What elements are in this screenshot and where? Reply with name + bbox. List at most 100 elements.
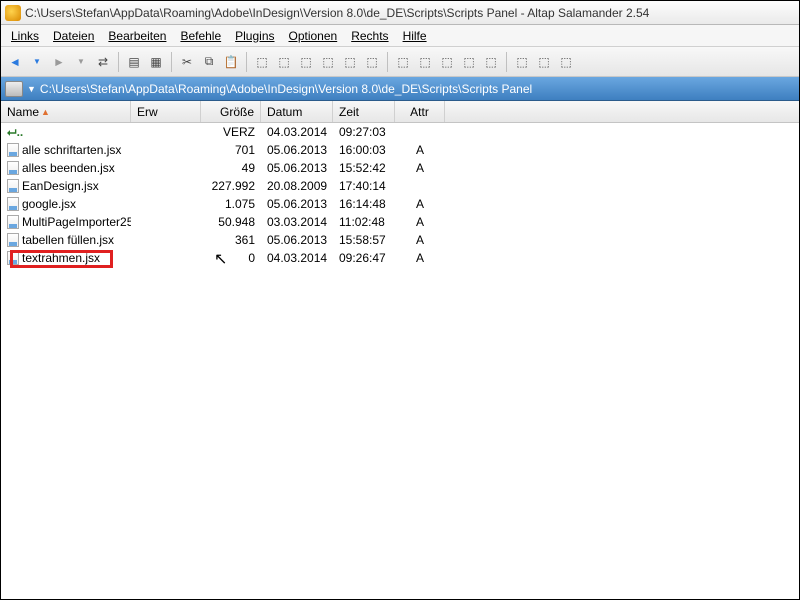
paste-icon[interactable]: 📋 <box>221 52 241 72</box>
col-size[interactable]: Größe <box>201 101 261 122</box>
path-bar[interactable]: ▼ C:\Users\Stefan\AppData\Roaming\Adobe\… <box>1 77 799 101</box>
file-name: textrahmen.jsx <box>22 251 100 265</box>
separator <box>506 52 507 72</box>
col-date[interactable]: Datum <box>261 101 333 122</box>
file-row[interactable]: alles beenden.jsx4905.06.201315:52:42A <box>1 159 799 177</box>
file-attr: A <box>395 197 445 211</box>
menu-links[interactable]: Links <box>11 29 39 43</box>
file-list[interactable]: ⮠..VERZ04.03.201409:27:03alle schriftart… <box>1 123 799 599</box>
file-size: 50.948 <box>201 215 261 229</box>
tool-g-icon[interactable]: ⬚ <box>393 52 413 72</box>
current-path[interactable]: C:\Users\Stefan\AppData\Roaming\Adobe\In… <box>40 82 532 96</box>
file-date: 03.03.2014 <box>261 215 333 229</box>
file-date: 05.06.2013 <box>261 143 333 157</box>
tool-l-icon[interactable]: ⬚ <box>512 52 532 72</box>
file-row[interactable]: google.jsx1.07505.06.201316:14:48A <box>1 195 799 213</box>
file-row[interactable]: textrahmen.jsx004.03.201409:26:47A <box>1 249 799 267</box>
col-time[interactable]: Zeit <box>333 101 395 122</box>
file-time: 09:27:03 <box>333 125 395 139</box>
file-row[interactable]: tabellen füllen.jsx36105.06.201315:58:57… <box>1 231 799 249</box>
file-date: 04.03.2014 <box>261 251 333 265</box>
tool-n-icon[interactable]: ⬚ <box>556 52 576 72</box>
col-name[interactable]: Name▲ <box>1 101 131 122</box>
file-attr: A <box>395 161 445 175</box>
file-name: tabellen füllen.jsx <box>22 233 114 247</box>
toolbar: ◄ ▼ ► ▼ ⇄ ▤ ▦ ✂ ⧉ 📋 ⬚ ⬚ ⬚ ⬚ ⬚ ⬚ ⬚ ⬚ ⬚ ⬚ … <box>1 47 799 77</box>
drive-icon[interactable] <box>5 81 23 97</box>
file-date: 05.06.2013 <box>261 161 333 175</box>
tool-e-icon[interactable]: ⬚ <box>340 52 360 72</box>
file-attr: A <box>395 143 445 157</box>
file-row[interactable]: ⮠.. VERZ04.03.201409:27:03 <box>1 123 799 141</box>
separator <box>387 52 388 72</box>
app-icon <box>5 5 21 21</box>
column-headers: Name▲ Erw Größe Datum Zeit Attr <box>1 101 799 123</box>
file-row[interactable]: MultiPageImporter25JJB.jsx 50.94803.03.20… <box>1 213 799 231</box>
file-size: 1.075 <box>201 197 261 211</box>
col-ext[interactable]: Erw <box>131 101 201 122</box>
file-icon <box>7 233 19 247</box>
menu-befehle[interactable]: Befehle <box>180 29 221 43</box>
file-time: 15:58:57 <box>333 233 395 247</box>
file-icon <box>7 179 19 193</box>
titlebar: C:\Users\Stefan\AppData\Roaming\Adobe\In… <box>1 1 799 25</box>
swap-panels-icon[interactable]: ⇄ <box>93 52 113 72</box>
separator <box>171 52 172 72</box>
tool-a-icon[interactable]: ⬚ <box>252 52 272 72</box>
file-attr: A <box>395 215 445 229</box>
tool-m-icon[interactable]: ⬚ <box>534 52 554 72</box>
file-icon <box>7 251 19 265</box>
tool-c-icon[interactable]: ⬚ <box>296 52 316 72</box>
sort-asc-icon: ▲ <box>41 107 50 117</box>
nav-back-drop-icon[interactable]: ▼ <box>27 52 47 72</box>
file-date: 20.08.2009 <box>261 179 333 193</box>
file-size: 0 <box>201 251 261 265</box>
copy-icon[interactable]: ⧉ <box>199 52 219 72</box>
tool-b-icon[interactable]: ⬚ <box>274 52 294 72</box>
tool-h-icon[interactable]: ⬚ <box>415 52 435 72</box>
file-name: google.jsx <box>22 197 76 211</box>
tool-d-icon[interactable]: ⬚ <box>318 52 338 72</box>
view-list-icon[interactable]: ▤ <box>124 52 144 72</box>
separator <box>246 52 247 72</box>
tool-j-icon[interactable]: ⬚ <box>459 52 479 72</box>
file-time: 17:40:14 <box>333 179 395 193</box>
file-time: 09:26:47 <box>333 251 395 265</box>
file-time: 16:00:03 <box>333 143 395 157</box>
file-name: alle schriftarten.jsx <box>22 143 121 157</box>
nav-fwd-drop-icon[interactable]: ▼ <box>71 52 91 72</box>
cut-icon[interactable]: ✂ <box>177 52 197 72</box>
file-row[interactable]: EanDesign.jsx227.99220.08.200917:40:14 <box>1 177 799 195</box>
file-time: 16:14:48 <box>333 197 395 211</box>
menu-optionen[interactable]: Optionen <box>289 29 338 43</box>
view-details-icon[interactable]: ▦ <box>146 52 166 72</box>
menu-rechts[interactable]: Rechts <box>351 29 388 43</box>
nav-fwd-icon[interactable]: ► <box>49 52 69 72</box>
menu-bearbeiten[interactable]: Bearbeiten <box>108 29 166 43</box>
file-icon <box>7 197 19 211</box>
file-time: 15:52:42 <box>333 161 395 175</box>
updir-icon: ⮠.. <box>7 125 23 140</box>
menu-dateien[interactable]: Dateien <box>53 29 94 43</box>
separator <box>118 52 119 72</box>
tool-i-icon[interactable]: ⬚ <box>437 52 457 72</box>
file-icon <box>7 161 19 175</box>
file-size: 701 <box>201 143 261 157</box>
drive-drop-icon[interactable]: ▼ <box>27 84 36 94</box>
file-size: 49 <box>201 161 261 175</box>
nav-back-icon[interactable]: ◄ <box>5 52 25 72</box>
menu-hilfe[interactable]: Hilfe <box>403 29 427 43</box>
file-row[interactable]: alle schriftarten.jsx 70105.06.201316:00:… <box>1 141 799 159</box>
file-size: VERZ <box>201 125 261 139</box>
file-icon <box>7 215 19 229</box>
window-title: C:\Users\Stefan\AppData\Roaming\Adobe\In… <box>25 6 649 20</box>
menu-plugins[interactable]: Plugins <box>235 29 274 43</box>
file-name: MultiPageImporter25JJB.jsx <box>22 215 131 229</box>
tool-k-icon[interactable]: ⬚ <box>481 52 501 72</box>
menubar: Links Dateien Bearbeiten Befehle Plugins… <box>1 25 799 47</box>
tool-f-icon[interactable]: ⬚ <box>362 52 382 72</box>
file-icon <box>7 143 19 157</box>
file-date: 04.03.2014 <box>261 125 333 139</box>
file-size: 361 <box>201 233 261 247</box>
col-attr[interactable]: Attr <box>395 101 445 122</box>
